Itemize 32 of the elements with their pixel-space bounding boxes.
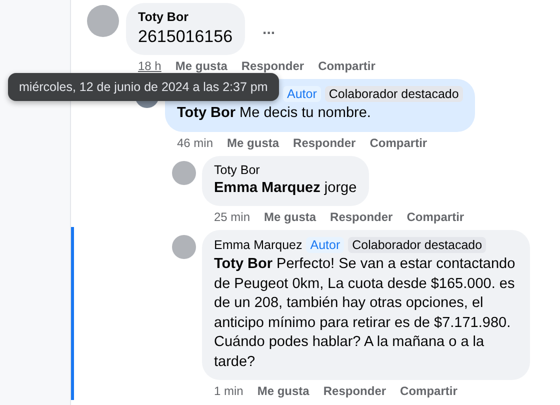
comment-text: 2615016156 [138, 26, 233, 47]
share-link[interactable]: Compartir [406, 210, 464, 224]
avatar[interactable] [87, 5, 119, 37]
reply-link[interactable]: Responder [293, 136, 356, 150]
comment-text: Toty Bor Me decis tu nombre. [177, 104, 372, 123]
comment-text: Emma Marquez jorge [214, 178, 357, 198]
author-badge: Autor [283, 86, 321, 102]
avatar[interactable] [172, 160, 196, 184]
like-link[interactable]: Me gusta [257, 384, 310, 398]
share-link[interactable]: Compartir [400, 384, 458, 398]
like-link[interactable]: Me gusta [227, 136, 280, 150]
timestamp-link[interactable]: 25 min [214, 210, 250, 224]
author-badge: Autor [306, 237, 344, 253]
contributor-badge: Colaborador destacado [348, 237, 486, 253]
author-name[interactable]: Toty Bor [138, 10, 188, 24]
share-link[interactable]: Compartir [370, 136, 428, 150]
share-link[interactable]: Compartir [318, 59, 376, 73]
comment-text: Toty Bor Perfecto! Se van a estar contactando de Peugeot 0km, La cuota desde $165.000. es de un 208, también hay otras opciones, el anticipo mínimo para retirar es de $7.171.980. Cuándo podes hablar? A la mañana o a la tarde? [214, 255, 516, 372]
timestamp-link[interactable]: 18 h [138, 59, 162, 73]
more-options-button[interactable]: ... [262, 20, 276, 38]
reply-link[interactable]: Responder [241, 59, 304, 73]
timestamp-link[interactable]: 1 min [214, 384, 244, 398]
date-tooltip: miércoles, 12 de junio de 2024 a las 2:37 pm [8, 73, 279, 101]
author-name[interactable]: Toty Bor [214, 162, 260, 176]
reply-link[interactable]: Responder [330, 210, 393, 224]
like-link[interactable]: Me gusta [264, 210, 316, 224]
like-link[interactable]: Me gusta [175, 59, 228, 73]
timestamp-link[interactable]: 46 min [177, 136, 214, 150]
avatar[interactable] [172, 235, 196, 259]
contributor-badge: Colaborador destacado [324, 86, 463, 102]
author-name[interactable]: Emma Marquez [214, 238, 302, 252]
reply-link[interactable]: Responder [323, 384, 386, 398]
